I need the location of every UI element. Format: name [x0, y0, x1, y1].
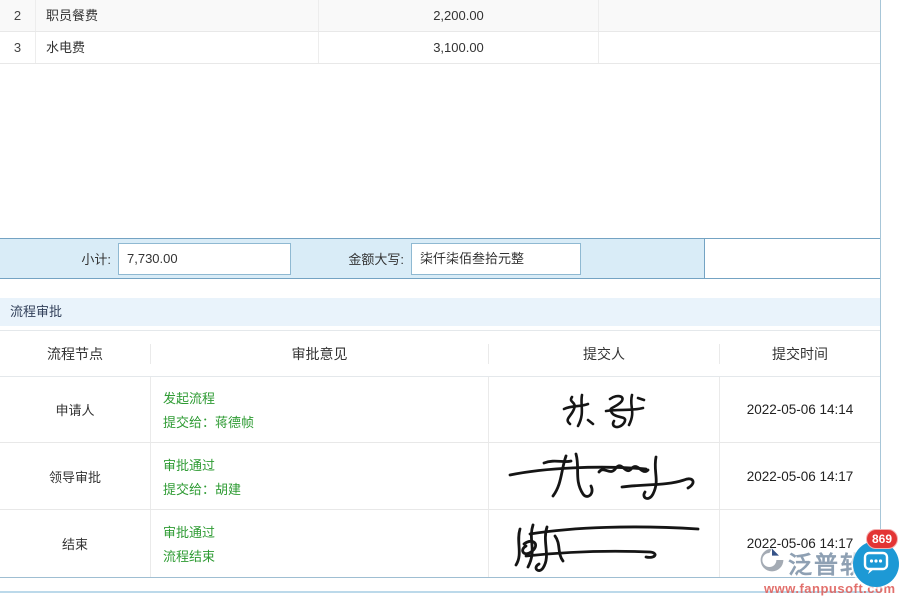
amount-words-value: 柒仟柒佰叁拾元整 — [420, 251, 524, 266]
flow-node: 结束 — [0, 510, 150, 577]
flow-node: 领导审批 — [0, 443, 150, 509]
row-index: 2 — [0, 0, 35, 31]
expense-name: 职员餐费 — [35, 0, 318, 31]
summary-empty-cell — [705, 239, 880, 278]
opinion-line: 发起流程 — [163, 388, 488, 407]
chat-bubble-icon — [862, 549, 890, 580]
section-divider-line — [0, 591, 880, 593]
opinion-line: 审批通过 — [163, 522, 488, 541]
approval-opinion: 审批通过 流程结束 — [150, 510, 488, 577]
expense-extra-cell — [598, 0, 880, 31]
opinion-line: 提交给：胡建 — [163, 479, 488, 498]
table-row[interactable]: 3 水电费 3,100.00 — [0, 32, 880, 64]
opinion-line: 审批通过 — [163, 455, 488, 474]
summary-row: 小计: 7,730.00 金额大写: 柒仟柒佰叁拾元整 — [0, 238, 880, 279]
table-row[interactable]: 2 职员餐费 2,200.00 — [0, 0, 880, 32]
amount-words-box[interactable]: 柒仟柒佰叁拾元整 — [411, 243, 581, 275]
subtotal-value-box[interactable]: 7,730.00 — [118, 243, 291, 275]
approval-opinion: 发起流程 提交给：蒋德帧 — [150, 377, 488, 442]
flow-node: 申请人 — [0, 377, 150, 442]
signature-image — [502, 516, 707, 572]
signature-cell — [488, 510, 719, 577]
approval-opinion: 审批通过 提交给：胡建 — [150, 443, 488, 509]
opinion-line: 流程结束 — [163, 546, 488, 565]
row-index: 3 — [0, 32, 35, 63]
signature-cell — [488, 443, 719, 509]
approval-row: 结束 审批通过 流程结束 — [0, 510, 880, 578]
approval-detail-page: 2 职员餐费 2,200.00 3 水电费 3,100.00 小计: 7,730… — [0, 0, 900, 600]
expense-amount: 3,100.00 — [318, 32, 598, 63]
expense-name: 水电费 — [35, 32, 318, 63]
approval-table: 流程节点 审批意见 提交人 提交时间 申请人 发起流程 提交给：蒋德帧 — [0, 330, 880, 578]
panel-right-border — [880, 0, 881, 592]
summary-spacer — [581, 239, 705, 278]
submit-time: 2022-05-06 14:14 — [719, 377, 880, 442]
amount-words-label: 金额大写: — [291, 249, 411, 268]
subtotal-value: 7,730.00 — [127, 251, 178, 266]
approval-section: 流程审批 流程节点 审批意见 提交人 提交时间 申请人 发起流程 提交给：蒋德帧 — [0, 298, 880, 578]
signature-cell — [488, 377, 719, 442]
signature-image — [504, 450, 704, 502]
subtotal-label: 小计: — [0, 249, 118, 268]
opinion-line: 提交给：蒋德帧 — [163, 412, 488, 431]
col-header-node: 流程节点 — [0, 344, 150, 364]
approval-row: 领导审批 审批通过 提交给：胡建 — [0, 443, 880, 510]
submit-time: 2022-05-06 14:17 — [719, 443, 880, 509]
col-header-submitter: 提交人 — [488, 344, 719, 364]
expense-extra-cell — [598, 32, 880, 63]
expense-table: 2 职员餐费 2,200.00 3 水电费 3,100.00 — [0, 0, 880, 64]
approval-table-header: 流程节点 审批意见 提交人 提交时间 — [0, 331, 880, 377]
expense-amount: 2,200.00 — [318, 0, 598, 31]
approval-row: 申请人 发起流程 提交给：蒋德帧 — [0, 377, 880, 443]
notification-badge[interactable]: 869 — [866, 529, 898, 549]
col-header-opinion: 审批意见 — [150, 344, 488, 364]
col-header-time: 提交时间 — [719, 344, 880, 364]
signature-image — [558, 388, 650, 432]
section-title: 流程审批 — [0, 298, 880, 326]
